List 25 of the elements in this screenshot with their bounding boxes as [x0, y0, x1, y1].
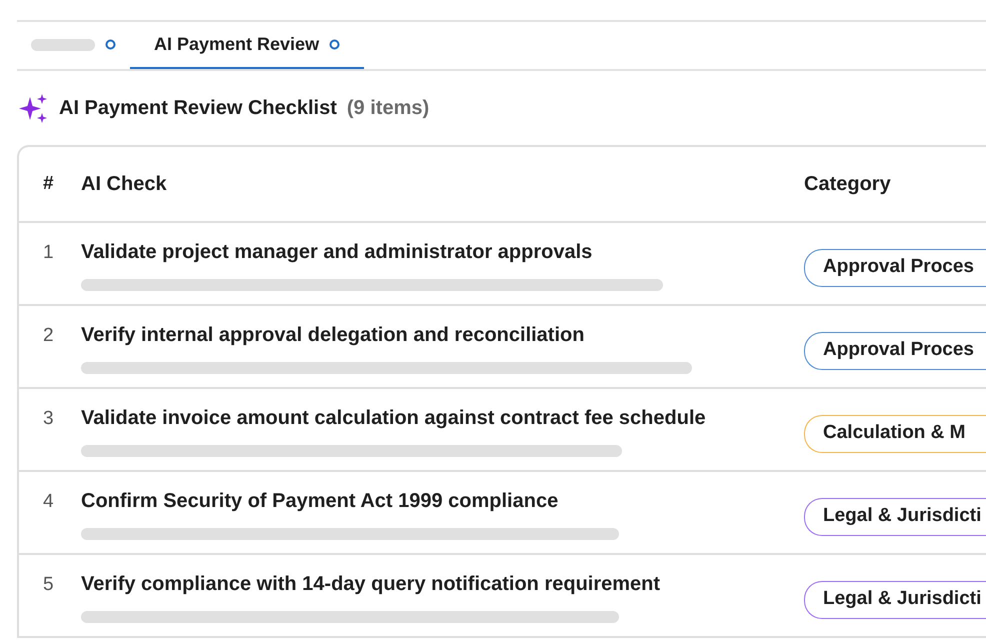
- column-header: AI Check: [81, 172, 168, 197]
- category-tag: Approval Proces: [804, 249, 986, 286]
- category-tag: Calculation & M: [804, 415, 986, 452]
- circle-icon: [105, 39, 116, 50]
- check-text: Validate project manager and administrator approvals: [81, 240, 594, 265]
- category-tag: Approval Proces: [804, 332, 986, 370]
- row-number: 1: [42, 241, 55, 265]
- item-count: (9 items): [346, 96, 430, 121]
- row-number: 5: [42, 573, 55, 597]
- tab[interactable]: AI Payment Review: [130, 22, 364, 69]
- check-text: Verify internal approval delegation and reconciliation: [81, 323, 586, 348]
- row-number: 4: [42, 490, 55, 514]
- placeholder-bar: [31, 38, 95, 50]
- row-number: 3: [42, 407, 55, 431]
- section-title: AI Payment Review Checklist: [59, 96, 337, 121]
- row-number: 2: [42, 324, 55, 348]
- sparkle-icon: [19, 93, 49, 123]
- column-header: #: [42, 172, 55, 196]
- circle-icon: [329, 39, 340, 50]
- check-text: Confirm Security of Payment Act 1999 compliance: [81, 489, 560, 514]
- check-text: Validate invoice amount calculation against contract fee schedule: [81, 406, 707, 431]
- category-tag: Legal & Jurisdicti: [804, 498, 986, 536]
- check-text: Verify compliance with 14-day query notification requirement: [81, 572, 662, 597]
- column-header: Category: [804, 172, 892, 197]
- category-tag: Legal & Jurisdicti: [804, 581, 986, 618]
